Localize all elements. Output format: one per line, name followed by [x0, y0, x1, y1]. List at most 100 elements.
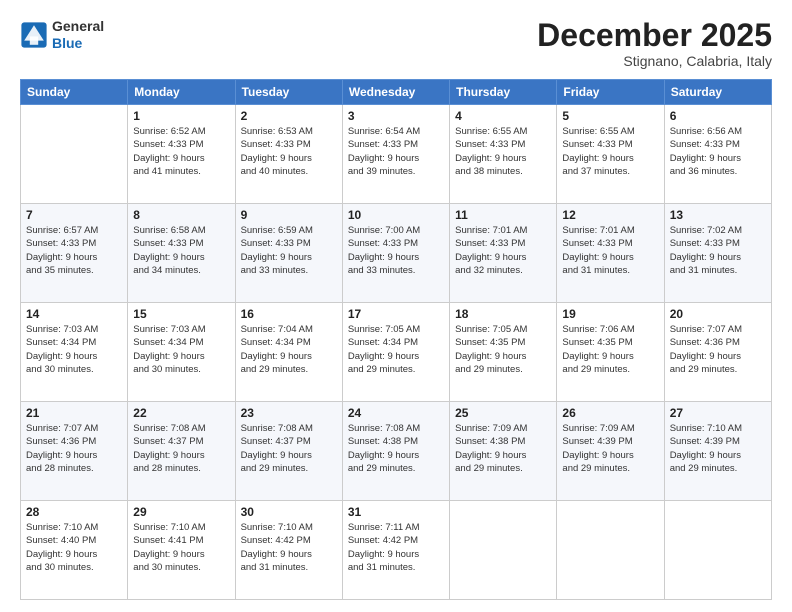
- logo-icon: [20, 21, 48, 49]
- calendar-cell: [664, 501, 771, 600]
- calendar-cell: 25 Sunrise: 7:09 AM Sunset: 4:38 PM Dayli…: [450, 402, 557, 501]
- day-number: 12: [562, 208, 658, 222]
- day-info: Sunrise: 7:03 AM Sunset: 4:34 PM Dayligh…: [26, 323, 122, 376]
- day-info: Sunrise: 7:04 AM Sunset: 4:34 PM Dayligh…: [241, 323, 337, 376]
- calendar-week-4: 28Sunrise: 7:10 AM Sunset: 4:40 PM Dayli…: [21, 501, 772, 600]
- day-info: Sunrise: 6:57 AM Sunset: 4:33 PM Dayligh…: [26, 224, 122, 277]
- calendar-cell: 12 Sunrise: 7:01 AM Sunset: 4:33 PM Dayli…: [557, 204, 664, 303]
- day-number: 20: [670, 307, 766, 321]
- calendar-cell: 14 Sunrise: 7:03 AM Sunset: 4:34 PM Dayli…: [21, 303, 128, 402]
- calendar-cell: 13 Sunrise: 7:02 AM Sunset: 4:33 PM Dayli…: [664, 204, 771, 303]
- day-info: Sunrise: 7:05 AM Sunset: 4:35 PM Dayligh…: [455, 323, 551, 376]
- calendar-cell: 3Sunrise: 6:54 AM Sunset: 4:33 PM Daylig…: [342, 105, 449, 204]
- calendar-cell: 28Sunrise: 7:10 AM Sunset: 4:40 PM Dayli…: [21, 501, 128, 600]
- day-number: 5: [562, 109, 658, 123]
- header-wednesday: Wednesday: [342, 80, 449, 105]
- calendar-cell: 4 Sunrise: 6:55 AM Sunset: 4:33 PM Daylig…: [450, 105, 557, 204]
- calendar-cell: 19Sunrise: 7:06 AM Sunset: 4:35 PM Dayli…: [557, 303, 664, 402]
- day-number: 30: [241, 505, 337, 519]
- calendar-cell: 30Sunrise: 7:10 AM Sunset: 4:42 PM Dayli…: [235, 501, 342, 600]
- day-number: 18: [455, 307, 551, 321]
- day-number: 23: [241, 406, 337, 420]
- calendar-cell: 17 Sunrise: 7:05 AM Sunset: 4:34 PM Dayli…: [342, 303, 449, 402]
- day-info: Sunrise: 7:09 AM Sunset: 4:39 PM Dayligh…: [562, 422, 658, 475]
- header-tuesday: Tuesday: [235, 80, 342, 105]
- calendar-cell: 10 Sunrise: 7:00 AM Sunset: 4:33 PM Dayli…: [342, 204, 449, 303]
- calendar-cell: 16 Sunrise: 7:04 AM Sunset: 4:34 PM Dayli…: [235, 303, 342, 402]
- weekday-header-row: Sunday Monday Tuesday Wednesday Thursday…: [21, 80, 772, 105]
- day-info: Sunrise: 7:08 AM Sunset: 4:37 PM Dayligh…: [133, 422, 229, 475]
- location-subtitle: Stignano, Calabria, Italy: [537, 53, 772, 69]
- day-number: 8: [133, 208, 229, 222]
- calendar-cell: 2 Sunrise: 6:53 AM Sunset: 4:33 PM Daylig…: [235, 105, 342, 204]
- day-info: Sunrise: 6:53 AM Sunset: 4:33 PM Dayligh…: [241, 125, 337, 178]
- calendar-cell: 18 Sunrise: 7:05 AM Sunset: 4:35 PM Dayli…: [450, 303, 557, 402]
- day-info: Sunrise: 6:59 AM Sunset: 4:33 PM Dayligh…: [241, 224, 337, 277]
- day-number: 26: [562, 406, 658, 420]
- title-block: December 2025 Stignano, Calabria, Italy: [537, 18, 772, 69]
- day-number: 9: [241, 208, 337, 222]
- calendar-cell: [21, 105, 128, 204]
- day-number: 10: [348, 208, 444, 222]
- calendar-cell: 9 Sunrise: 6:59 AM Sunset: 4:33 PM Daylig…: [235, 204, 342, 303]
- day-number: 31: [348, 505, 444, 519]
- calendar-cell: [557, 501, 664, 600]
- day-number: 16: [241, 307, 337, 321]
- day-info: Sunrise: 7:01 AM Sunset: 4:33 PM Dayligh…: [562, 224, 658, 277]
- month-title: December 2025: [537, 18, 772, 53]
- day-number: 2: [241, 109, 337, 123]
- logo: General Blue: [20, 18, 104, 52]
- calendar-cell: 1Sunrise: 6:52 AM Sunset: 4:33 PM Daylig…: [128, 105, 235, 204]
- calendar-week-2: 14 Sunrise: 7:03 AM Sunset: 4:34 PM Dayli…: [21, 303, 772, 402]
- day-info: Sunrise: 7:05 AM Sunset: 4:34 PM Dayligh…: [348, 323, 444, 376]
- day-info: Sunrise: 7:02 AM Sunset: 4:33 PM Dayligh…: [670, 224, 766, 277]
- calendar-week-1: 7Sunrise: 6:57 AM Sunset: 4:33 PM Daylig…: [21, 204, 772, 303]
- day-number: 24: [348, 406, 444, 420]
- calendar-table: Sunday Monday Tuesday Wednesday Thursday…: [20, 79, 772, 600]
- page: General Blue December 2025 Stignano, Cal…: [0, 0, 792, 612]
- header-thursday: Thursday: [450, 80, 557, 105]
- header-saturday: Saturday: [664, 80, 771, 105]
- calendar-cell: 7Sunrise: 6:57 AM Sunset: 4:33 PM Daylig…: [21, 204, 128, 303]
- day-info: Sunrise: 7:07 AM Sunset: 4:36 PM Dayligh…: [670, 323, 766, 376]
- header: General Blue December 2025 Stignano, Cal…: [20, 18, 772, 69]
- day-info: Sunrise: 7:08 AM Sunset: 4:37 PM Dayligh…: [241, 422, 337, 475]
- day-info: Sunrise: 6:55 AM Sunset: 4:33 PM Dayligh…: [455, 125, 551, 178]
- day-info: Sunrise: 7:09 AM Sunset: 4:38 PM Dayligh…: [455, 422, 551, 475]
- day-info: Sunrise: 7:01 AM Sunset: 4:33 PM Dayligh…: [455, 224, 551, 277]
- day-info: Sunrise: 6:55 AM Sunset: 4:33 PM Dayligh…: [562, 125, 658, 178]
- day-number: 14: [26, 307, 122, 321]
- day-info: Sunrise: 7:11 AM Sunset: 4:42 PM Dayligh…: [348, 521, 444, 574]
- calendar-cell: 31 Sunrise: 7:11 AM Sunset: 4:42 PM Dayli…: [342, 501, 449, 600]
- header-friday: Friday: [557, 80, 664, 105]
- day-info: Sunrise: 6:58 AM Sunset: 4:33 PM Dayligh…: [133, 224, 229, 277]
- day-info: Sunrise: 7:07 AM Sunset: 4:36 PM Dayligh…: [26, 422, 122, 475]
- day-number: 13: [670, 208, 766, 222]
- calendar-cell: [450, 501, 557, 600]
- day-number: 11: [455, 208, 551, 222]
- calendar-cell: 26 Sunrise: 7:09 AM Sunset: 4:39 PM Dayli…: [557, 402, 664, 501]
- day-info: Sunrise: 7:08 AM Sunset: 4:38 PM Dayligh…: [348, 422, 444, 475]
- day-info: Sunrise: 7:10 AM Sunset: 4:39 PM Dayligh…: [670, 422, 766, 475]
- calendar-cell: 23 Sunrise: 7:08 AM Sunset: 4:37 PM Dayli…: [235, 402, 342, 501]
- day-number: 17: [348, 307, 444, 321]
- calendar-cell: 24 Sunrise: 7:08 AM Sunset: 4:38 PM Dayli…: [342, 402, 449, 501]
- day-number: 25: [455, 406, 551, 420]
- day-number: 19: [562, 307, 658, 321]
- day-number: 4: [455, 109, 551, 123]
- calendar-cell: 15 Sunrise: 7:03 AM Sunset: 4:34 PM Dayli…: [128, 303, 235, 402]
- day-number: 27: [670, 406, 766, 420]
- day-number: 15: [133, 307, 229, 321]
- day-info: Sunrise: 7:00 AM Sunset: 4:33 PM Dayligh…: [348, 224, 444, 277]
- calendar-cell: 5 Sunrise: 6:55 AM Sunset: 4:33 PM Daylig…: [557, 105, 664, 204]
- calendar-cell: 11 Sunrise: 7:01 AM Sunset: 4:33 PM Dayli…: [450, 204, 557, 303]
- day-info: Sunrise: 6:52 AM Sunset: 4:33 PM Dayligh…: [133, 125, 229, 178]
- day-number: 28: [26, 505, 122, 519]
- day-number: 29: [133, 505, 229, 519]
- day-number: 3: [348, 109, 444, 123]
- day-info: Sunrise: 6:56 AM Sunset: 4:33 PM Dayligh…: [670, 125, 766, 178]
- day-number: 21: [26, 406, 122, 420]
- calendar-cell: 22Sunrise: 7:08 AM Sunset: 4:37 PM Dayli…: [128, 402, 235, 501]
- calendar-week-3: 21 Sunrise: 7:07 AM Sunset: 4:36 PM Dayli…: [21, 402, 772, 501]
- day-info: Sunrise: 7:03 AM Sunset: 4:34 PM Dayligh…: [133, 323, 229, 376]
